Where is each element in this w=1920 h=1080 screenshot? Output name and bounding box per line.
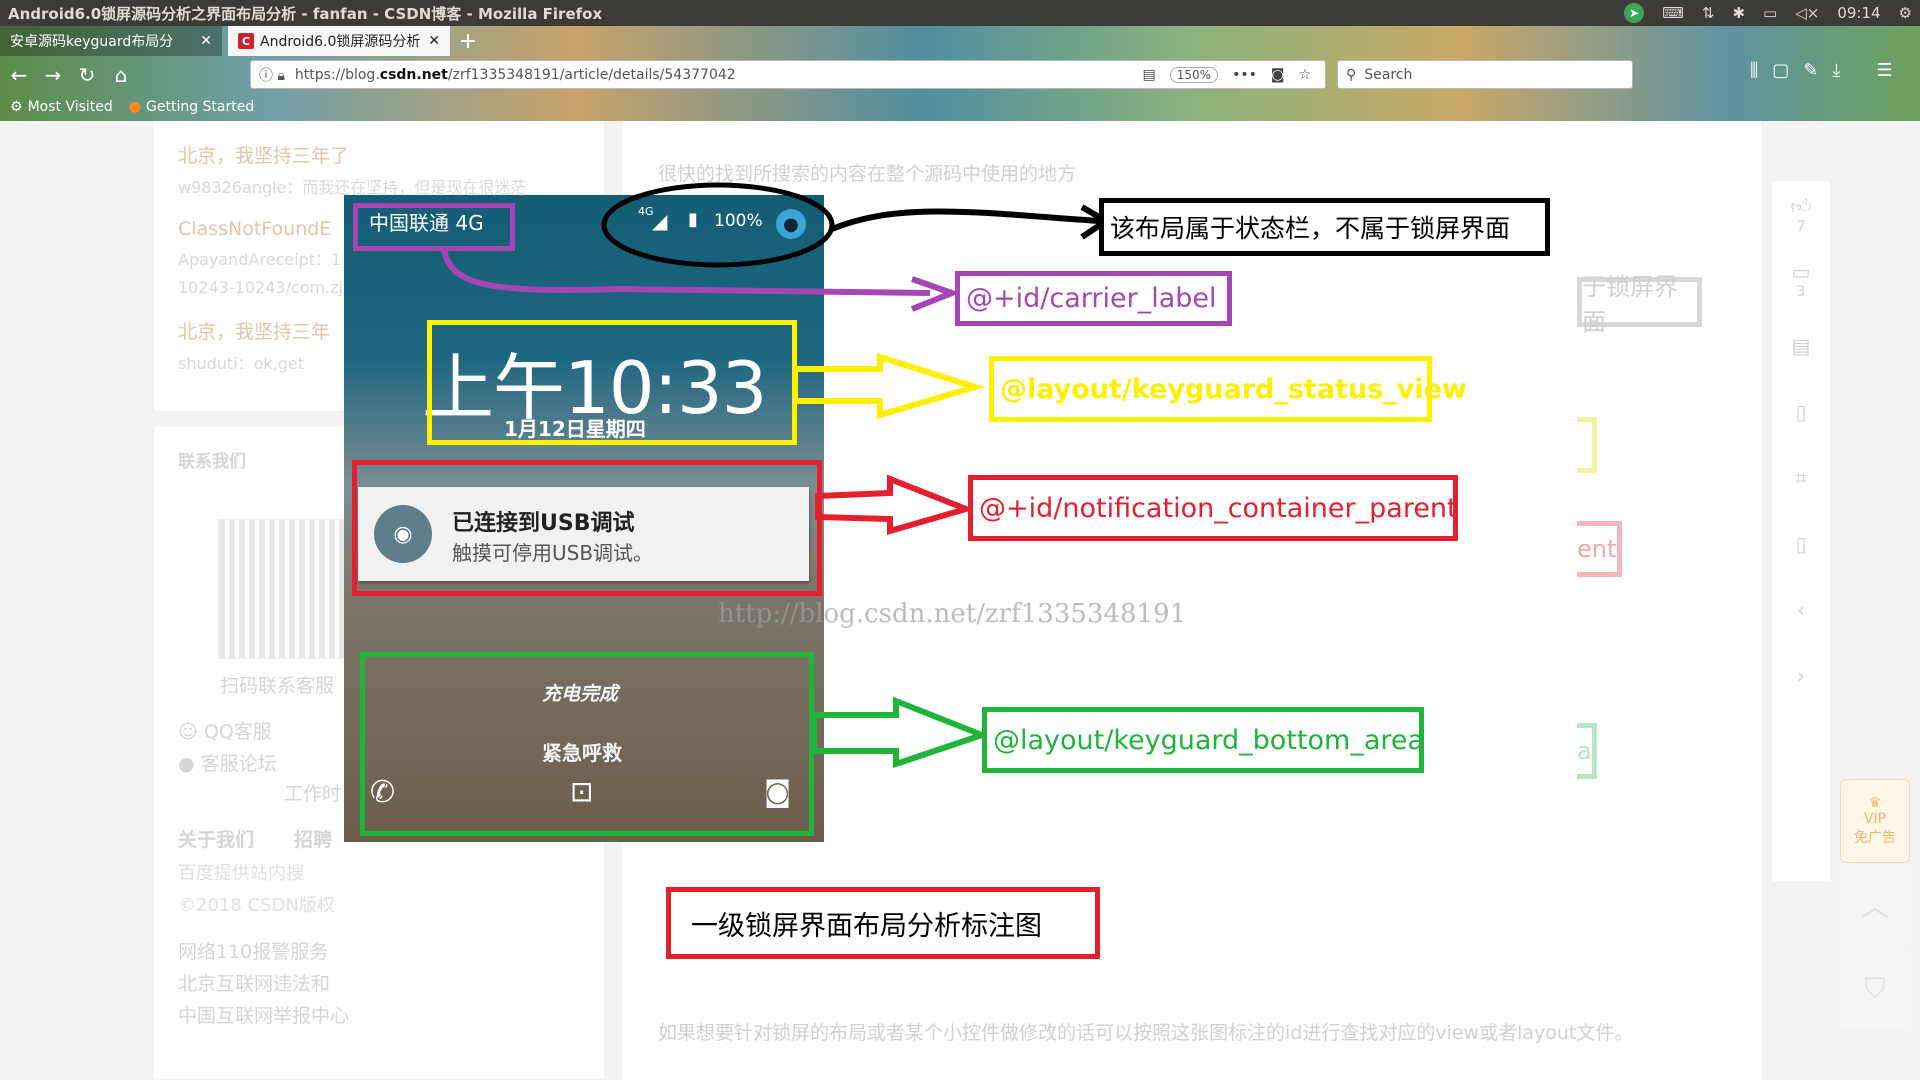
sidebar-icon[interactable]: ▢ xyxy=(1772,60,1789,81)
back-arrow-icon[interactable]: ← xyxy=(4,60,34,90)
purple-arrow xyxy=(441,248,931,296)
tab-keyguard-layout[interactable]: 安卓源码keyguard布局分 ✕ xyxy=(0,26,222,56)
forward-arrow-icon[interactable]: → xyxy=(38,60,68,90)
green-arrow xyxy=(811,696,991,769)
clock[interactable]: 09:14 xyxy=(1837,4,1880,22)
reload-icon[interactable]: ↻ xyxy=(72,60,102,90)
menu-icon[interactable]: ☰ xyxy=(1876,60,1892,81)
csdn-favicon-icon: C xyxy=(238,33,254,49)
tab-label: 安卓源码keyguard布局分 xyxy=(10,34,174,50)
black-arrow xyxy=(830,208,1101,232)
url-prefix: https://blog. xyxy=(294,66,380,83)
url-bar[interactable]: ⓘ 🔒︎ https://blog.csdn.net/zrf1335348191… xyxy=(250,60,1326,89)
window-title: Android6.0锁屏源码分析之界面布局分析 - fanfan - CSDN博… xyxy=(8,4,603,23)
status-bar-annotation: 该布局属于状态栏，不属于锁屏界面 xyxy=(1099,198,1550,256)
keyboard-icon[interactable]: ⌨ xyxy=(1662,4,1684,22)
status-view-annotation: @layout/keyguard_status_view xyxy=(989,356,1467,422)
new-tab-button[interactable]: + xyxy=(455,26,481,56)
yellow-arrow xyxy=(792,352,986,420)
gear-icon: ⚙ xyxy=(10,99,23,115)
browser-chrome: 安卓源码keyguard布局分 ✕ C Android6.0锁屏源码分析 ✕ +… xyxy=(0,26,1920,121)
bookmark-most-visited[interactable]: ⚙ Most Visited xyxy=(10,99,113,115)
network-icon[interactable]: ⇅ xyxy=(1702,4,1715,22)
url-path: /zrf1335348191/article/details/54377042 xyxy=(447,66,736,83)
info-lock-icon[interactable]: ⓘ 🔒︎ xyxy=(259,65,285,85)
watermark: http://blog.csdn.net/zrf1335348191 xyxy=(718,599,1187,629)
settings-gear-icon[interactable]: ⚙ xyxy=(1899,4,1912,22)
tab-label: Android6.0锁屏源码分析 xyxy=(260,34,421,50)
close-tab-icon[interactable]: ✕ xyxy=(200,33,212,49)
download-icon[interactable]: ⤓ xyxy=(1832,60,1840,81)
bookmark-label: Getting Started xyxy=(146,99,255,115)
reader-view-icon[interactable]: ▤ xyxy=(1143,67,1156,83)
url-text[interactable]: https://blog.csdn.net/zrf1335348191/arti… xyxy=(295,67,1143,83)
bottom-area-annotation: @layout/keyguard_bottom_area xyxy=(982,707,1424,773)
os-top-bar: Android6.0锁屏源码分析之界面布局分析 - fanfan - CSDN博… xyxy=(0,0,1920,26)
bluetooth-icon[interactable]: ✱ xyxy=(1732,4,1745,22)
zoom-indicator[interactable]: 150% xyxy=(1169,66,1219,83)
search-field[interactable]: ⚲ Search xyxy=(1337,60,1633,89)
tab-active-article[interactable]: C Android6.0锁屏源码分析 ✕ xyxy=(228,26,450,56)
url-domain: csdn.net xyxy=(379,66,448,83)
bookmark-label: Most Visited xyxy=(27,99,113,115)
more-actions-icon[interactable]: ••• xyxy=(1232,67,1257,83)
navigation-bar: ← → ↻ ⌂ ⓘ 🔒︎ https://blog.csdn.net/zrf13… xyxy=(0,56,1920,94)
library-icon[interactable]: ⫼ xyxy=(1750,60,1758,81)
home-icon[interactable]: ⌂ xyxy=(106,60,136,90)
telegram-icon[interactable]: ➤ xyxy=(1624,3,1645,23)
toolbar-icons: ⫼ ▢ ✎ ⤓ ☰ xyxy=(1750,60,1893,81)
bookmarks-bar: ⚙ Most Visited ● Getting Started xyxy=(0,94,254,120)
volume-icon[interactable]: ◁× xyxy=(1795,4,1819,22)
figure-caption: 一级锁屏界面布局分析标注图 xyxy=(666,887,1100,959)
search-icon: ⚲ xyxy=(1346,66,1357,83)
search-placeholder: Search xyxy=(1364,66,1413,83)
web-page: 北京，我坚持三年了 w98326angle：而我还在坚持，但是现在很迷茫 Cla… xyxy=(0,121,1920,1080)
firefox-icon: ● xyxy=(128,99,141,115)
bookmark-star-icon[interactable]: ☆ xyxy=(1298,67,1311,83)
red-arrow xyxy=(815,474,976,535)
extension-icon[interactable]: ✎ xyxy=(1803,60,1818,81)
notification-annotation: @+id/notification_container_parent xyxy=(968,475,1458,541)
battery-icon[interactable]: ▭ xyxy=(1763,4,1777,22)
bookmark-getting-started[interactable]: ● Getting Started xyxy=(129,99,254,115)
status-bar-ellipse xyxy=(601,182,835,268)
pocket-icon[interactable]: ◙ xyxy=(1271,67,1285,83)
system-tray: ➤ ⌨ ⇅ ✱ ▭ ◁× 09:14 ⚙ xyxy=(1624,3,1912,23)
close-tab-icon[interactable]: ✕ xyxy=(428,33,440,49)
carrier-label-annotation: @+id/carrier_label xyxy=(955,271,1232,326)
